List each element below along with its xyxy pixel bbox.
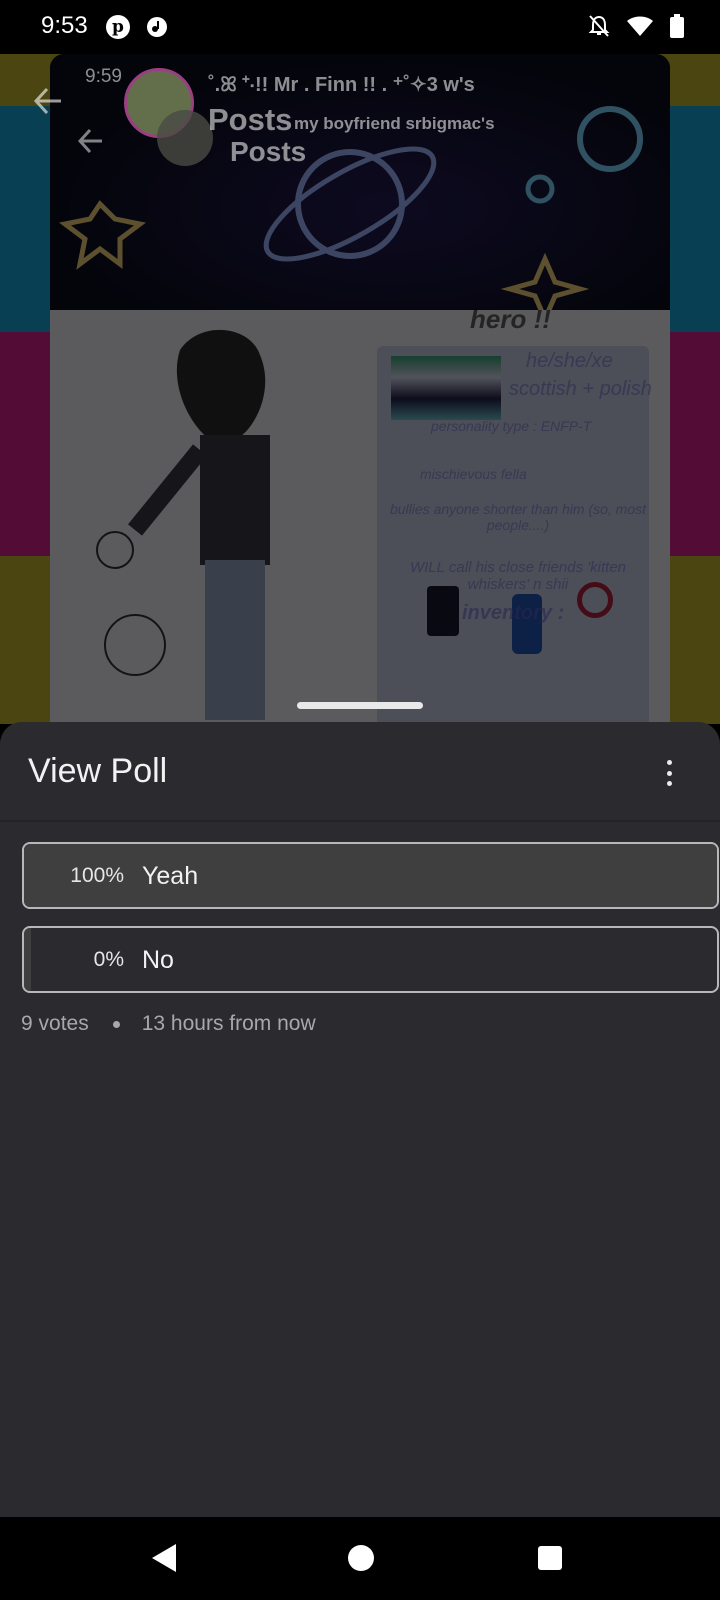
- view-poll-sheet: View Poll 100% Yeah 0% No 9 votes 13 hou…: [0, 722, 720, 1517]
- music-note-icon: [147, 17, 167, 37]
- status-bar: 9:53 p: [0, 0, 720, 54]
- drawing-line-kitten: WILL call his close friends 'kitten whis…: [409, 559, 626, 593]
- battery-icon: [670, 14, 684, 38]
- drawing-line-bullies: bullies anyone shorter than him (so, mos…: [389, 501, 646, 533]
- poll-option-label: Yeah: [142, 862, 199, 890]
- pinterest-icon: p: [106, 15, 130, 39]
- home-icon[interactable]: [348, 1545, 374, 1571]
- drag-handle[interactable]: [297, 702, 423, 709]
- navigation-bar: [0, 1517, 720, 1600]
- inner-profile-avatar: [157, 110, 213, 166]
- recents-icon[interactable]: [538, 1546, 562, 1570]
- sheet-header: View Poll: [0, 722, 720, 822]
- inner-back-arrow-icon: [78, 128, 102, 154]
- back-arrow-icon: [33, 87, 61, 115]
- inner-status-time: 9:59: [85, 66, 122, 87]
- more-options-icon[interactable]: [664, 760, 674, 786]
- profile-name: ˚.ꕤ ⁺‧!! Mr . Finn !! . ⁺˚✧3 w's: [208, 74, 475, 96]
- profile-subtitle: my boyfriend srbigmac's: [294, 114, 495, 133]
- posts-title-repeat: Posts: [230, 136, 307, 167]
- poll-option-percent: 0%: [93, 948, 124, 971]
- poll-option-percent: 100%: [70, 864, 124, 887]
- drawing-line-inventory: inventory :: [462, 602, 565, 624]
- time-remaining: 13 hours from now: [141, 1012, 316, 1035]
- wifi-icon: [627, 16, 653, 36]
- notifications-off-icon: [588, 15, 610, 37]
- drawing-line-nationality: scottish + polish: [509, 378, 652, 400]
- status-time: 9:53: [41, 12, 88, 39]
- background-post: 9:59 ˚.ꕤ ⁺‧!! Mr . Finn !! . ⁺˚✧3 w's Po…: [0, 54, 720, 724]
- poll-option-label: No: [142, 946, 174, 974]
- separator-dot: [112, 1020, 120, 1028]
- poll-option-yeah[interactable]: 100% Yeah: [22, 842, 719, 909]
- drawing-line-pronouns: he/she/xe: [526, 350, 613, 372]
- back-icon[interactable]: [152, 1544, 176, 1572]
- poll-option-fill: [24, 844, 717, 907]
- drawing-line-personality: personality type : ENFP-T: [431, 418, 592, 434]
- vote-count: 9 votes: [21, 1012, 89, 1035]
- sheet-title: View Poll: [28, 752, 168, 790]
- drawing-line-mischief: mischievous fella: [420, 466, 527, 482]
- poll-option-no[interactable]: 0% No: [22, 926, 719, 993]
- posts-title: Posts: [208, 102, 293, 137]
- poll-meta: 9 votes 13 hours from now: [21, 1012, 316, 1036]
- drawing-heading: hero !!: [470, 304, 551, 334]
